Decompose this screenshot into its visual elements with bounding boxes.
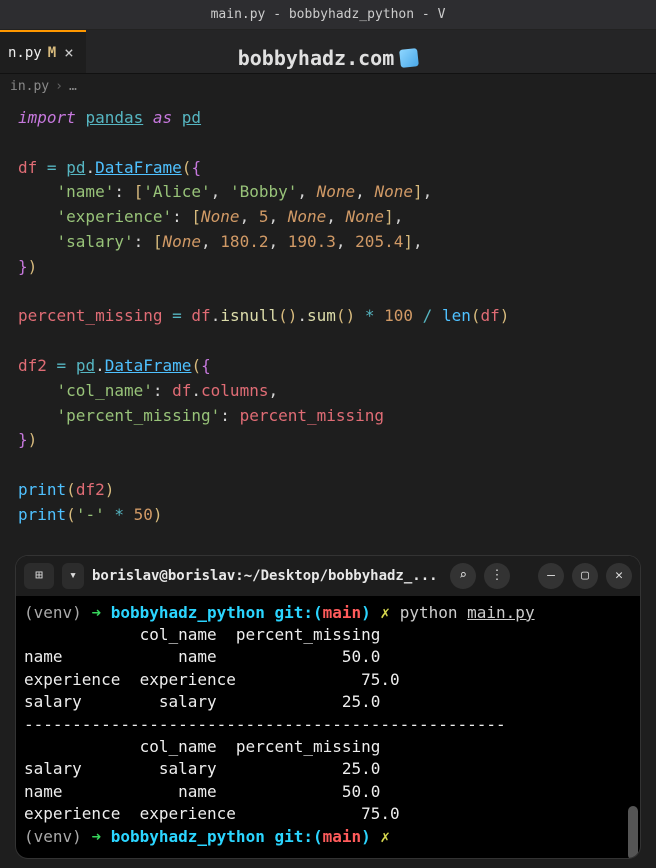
breadcrumb[interactable]: in.py › … <box>0 74 656 98</box>
terminal-body[interactable]: (venv) ➜ bobbyhadz_python git:(main) ✗ p… <box>16 596 640 858</box>
menu-icon[interactable]: ⋮ <box>484 563 510 589</box>
tab-modified-indicator: M <box>48 45 56 61</box>
terminal-output: col_name percent_missing <box>24 624 632 646</box>
terminal-scrollbar[interactable] <box>628 806 638 858</box>
terminal-output: experience experience 75.0 <box>24 803 632 825</box>
terminal-dropdown-icon[interactable]: ▾ <box>62 563 84 589</box>
terminal-line: (venv) ➜ bobbyhadz_python git:(main) ✗ <box>24 826 632 848</box>
terminal-output: salary salary 25.0 <box>24 691 632 713</box>
terminal-output: name name 50.0 <box>24 781 632 803</box>
minimize-icon[interactable]: — <box>538 563 564 589</box>
close-terminal-icon[interactable]: ✕ <box>606 563 632 589</box>
window-title: main.py - bobbyhadz_python - V <box>211 7 446 22</box>
terminal-line: (venv) ➜ bobbyhadz_python git:(main) ✗ p… <box>24 602 632 624</box>
chevron-right-icon: › <box>55 79 63 94</box>
maximize-icon[interactable]: ▢ <box>572 563 598 589</box>
terminal-output: name name 50.0 <box>24 646 632 668</box>
tab-main-py[interactable]: n.py M × <box>0 30 86 73</box>
terminal-header: ⊞ ▾ borislav@borislav:~/Desktop/bobbyhad… <box>16 556 640 596</box>
close-icon[interactable]: × <box>62 43 76 62</box>
code-editor[interactable]: import pandas as pd df = pd.DataFrame({ … <box>0 98 656 602</box>
terminal-profile-icon[interactable]: ⊞ <box>24 563 54 589</box>
terminal-output: ----------------------------------------… <box>24 714 632 736</box>
terminal-title: borislav@borislav:~/Desktop/bobbyhadz_..… <box>92 568 442 584</box>
terminal-output: col_name percent_missing <box>24 736 632 758</box>
breadcrumb-file: in.py <box>10 79 49 94</box>
search-icon[interactable]: ⌕ <box>450 563 476 589</box>
terminal-output: experience experience 75.0 <box>24 669 632 691</box>
breadcrumb-more: … <box>69 79 77 94</box>
tab-filename: n.py <box>8 45 42 61</box>
terminal-output: salary salary 25.0 <box>24 758 632 780</box>
window-titlebar: main.py - bobbyhadz_python - V <box>0 0 656 30</box>
terminal-panel: ⊞ ▾ borislav@borislav:~/Desktop/bobbyhad… <box>16 556 640 858</box>
tab-bar: n.py M × <box>0 30 656 74</box>
